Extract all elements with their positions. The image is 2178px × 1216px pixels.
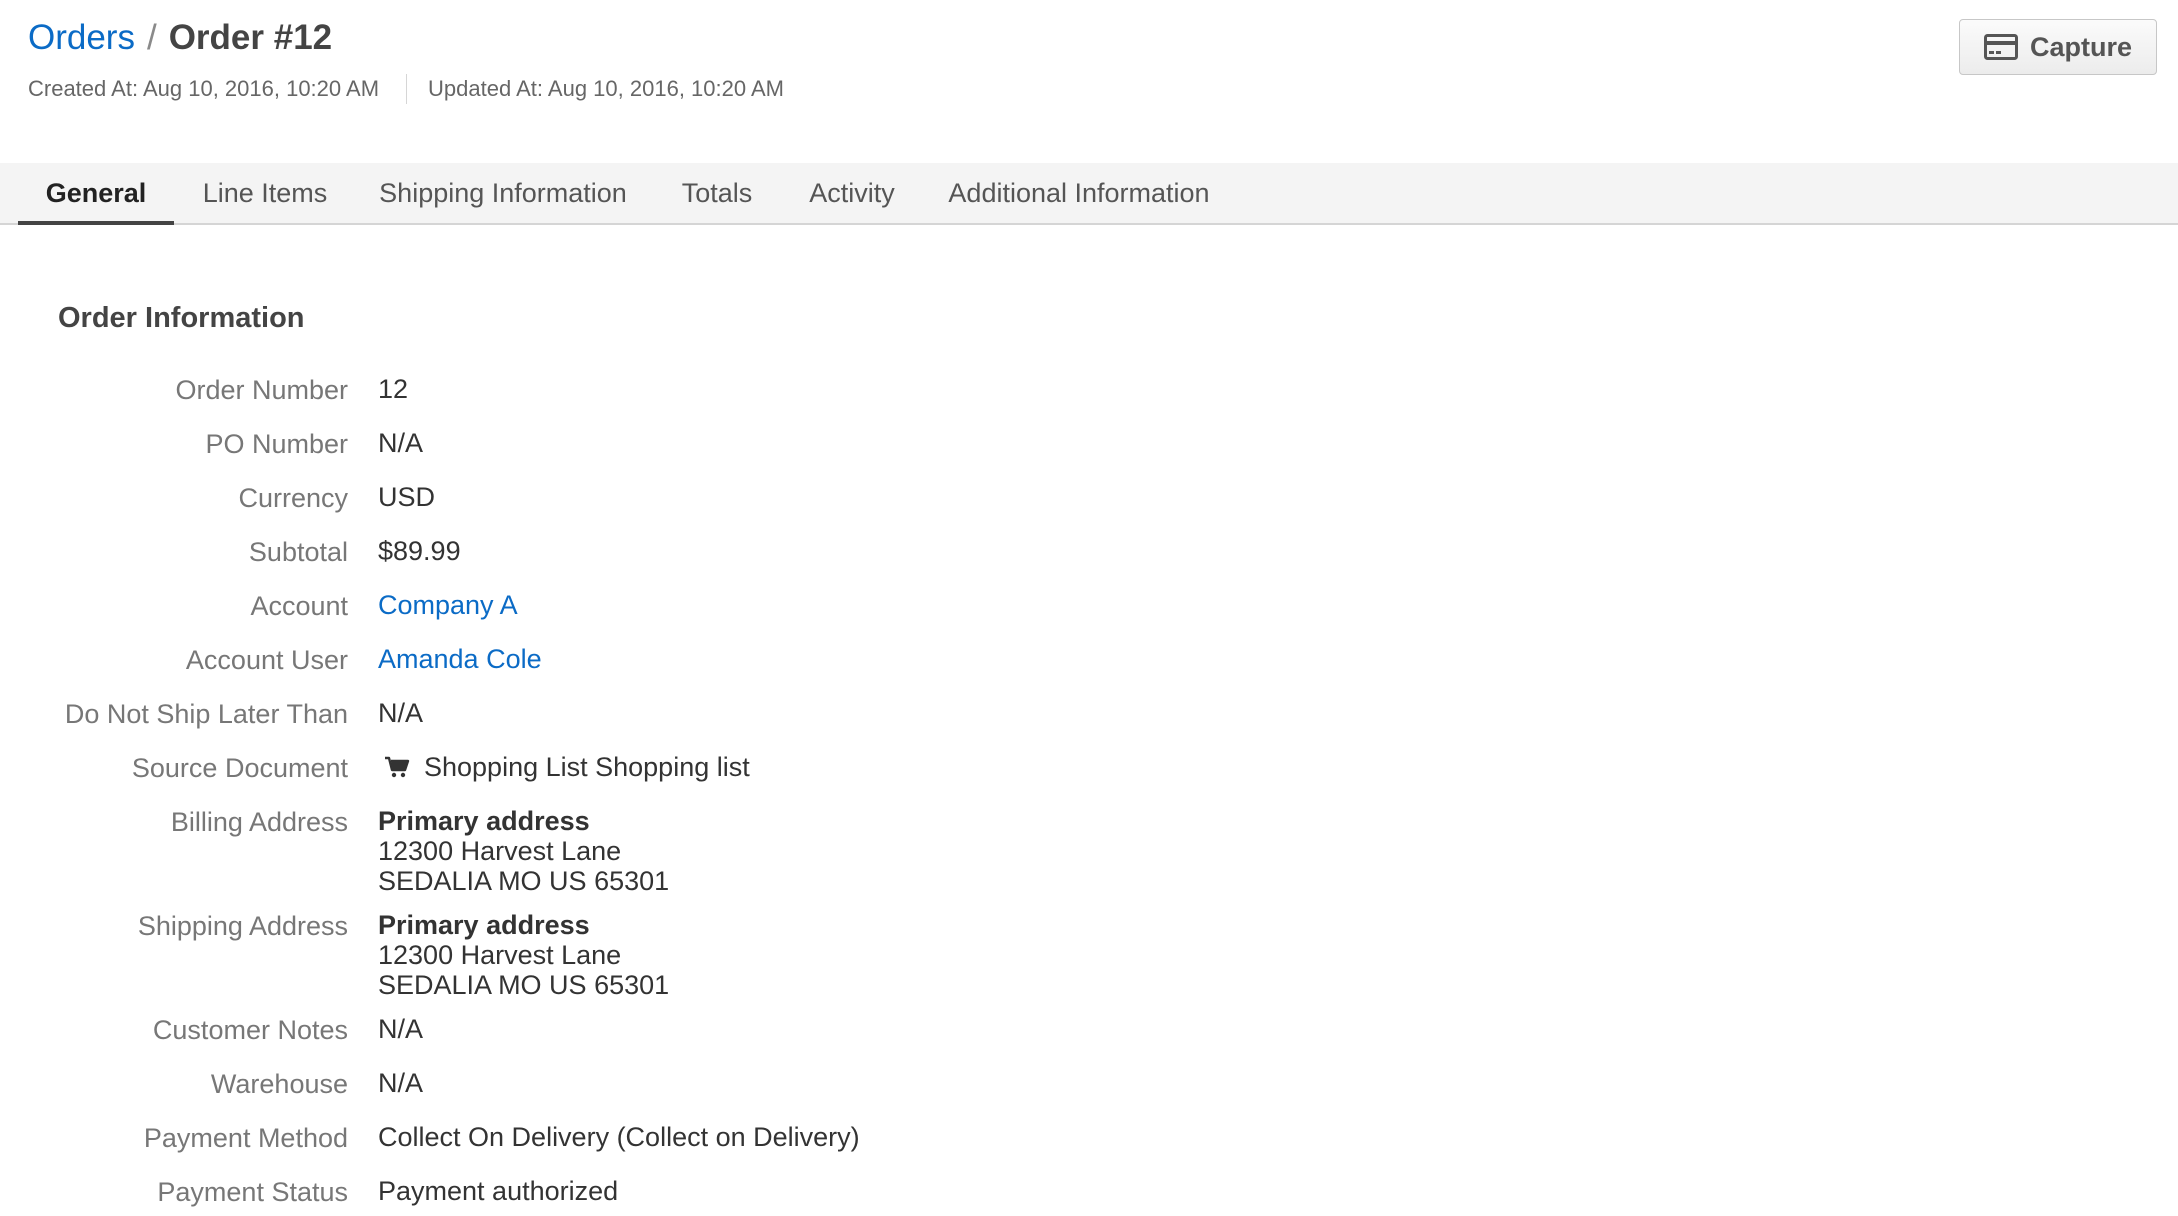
- field-label: Warehouse: [210, 1069, 348, 1099]
- shipping-address-value: Primary address 12300 Harvest Lane SEDAL…: [378, 910, 669, 1000]
- payment-status-value: Payment authorized: [378, 1176, 619, 1206]
- field-label: Payment Status: [157, 1177, 348, 1207]
- field-label: Account User: [185, 645, 348, 675]
- billing-address-name: Primary address: [378, 806, 590, 836]
- field-label: Source Document: [131, 753, 348, 783]
- source-document-value[interactable]: Shopping List Shopping list: [378, 752, 750, 782]
- shipping-address-line1: 12300 Harvest Lane: [378, 940, 622, 970]
- field-label: Account: [250, 591, 348, 621]
- breadcrumb: Orders / Order #12: [28, 14, 784, 62]
- account-user-link[interactable]: Amanda Cole: [378, 644, 542, 674]
- billing-address-line2: SEDALIA MO US 65301: [378, 866, 670, 896]
- account-link[interactable]: Company A: [378, 590, 518, 620]
- tab-totals[interactable]: Totals: [666, 163, 768, 225]
- payment-method-value: Collect On Delivery (Collect on Delivery…: [378, 1122, 860, 1152]
- credit-card-icon: [1983, 34, 2018, 60]
- meta-divider: [406, 74, 408, 104]
- account-user-value: Amanda Cole: [378, 644, 542, 674]
- field-label: Billing Address: [170, 807, 348, 837]
- billing-address-line1: 12300 Harvest Lane: [378, 836, 622, 866]
- field-label: Payment Method: [143, 1123, 348, 1153]
- billing-address-value: Primary address 12300 Harvest Lane SEDAL…: [378, 806, 669, 896]
- field-label: PO Number: [205, 429, 348, 459]
- page-header: Orders / Order #12 Created At: Aug 10, 201…: [28, 14, 784, 104]
- account-value: Company A: [378, 590, 518, 620]
- source-document-text: Shopping List Shopping list: [424, 752, 750, 782]
- updated-at: Updated At: Aug 10, 2016, 10:20 AM: [428, 76, 784, 101]
- page-title: Order #12: [168, 18, 333, 57]
- breadcrumb-orders-link[interactable]: Orders: [28, 18, 135, 57]
- subtotal-value: $89.99: [378, 536, 461, 566]
- order-number-value: 12: [378, 374, 409, 404]
- tab-line-items[interactable]: Line Items: [190, 163, 340, 225]
- do-not-ship-value: N/A: [378, 698, 424, 728]
- section-title: Order Information: [58, 302, 305, 334]
- field-label: Subtotal: [248, 537, 348, 567]
- tab-additional-information[interactable]: Additional Information: [936, 163, 1222, 225]
- order-meta: Created At: Aug 10, 2016, 10:20 AM Updat…: [28, 74, 784, 104]
- warehouse-value: N/A: [378, 1068, 424, 1098]
- capture-button[interactable]: Capture: [1958, 19, 2157, 75]
- shopping-cart-icon: [384, 754, 410, 778]
- shipping-address-name: Primary address: [378, 910, 590, 940]
- capture-button-label: Capture: [2029, 31, 2132, 62]
- customer-notes-value: N/A: [378, 1014, 424, 1044]
- field-label: Shipping Address: [137, 911, 348, 941]
- po-number-value: N/A: [378, 428, 424, 458]
- shipping-address-line2: SEDALIA MO US 65301: [378, 970, 670, 1000]
- currency-value: USD: [378, 482, 436, 512]
- order-view-page: Orders / Order #12 Created At: Aug 10, 201…: [0, 0, 2178, 1216]
- created-at: Created At: Aug 10, 2016, 10:20 AM: [28, 76, 380, 101]
- tab-general[interactable]: General: [18, 163, 174, 225]
- tab-shipping-information[interactable]: Shipping Information: [368, 163, 638, 225]
- breadcrumb-separator: /: [146, 18, 157, 57]
- field-label: Customer Notes: [152, 1015, 348, 1045]
- tab-activity[interactable]: Activity: [796, 163, 908, 225]
- field-label: Order Number: [175, 375, 348, 405]
- field-label: Do Not Ship Later Than: [64, 699, 348, 729]
- field-label: Currency: [238, 483, 348, 513]
- tab-bar: General Line Items Shipping Information …: [0, 163, 2178, 225]
